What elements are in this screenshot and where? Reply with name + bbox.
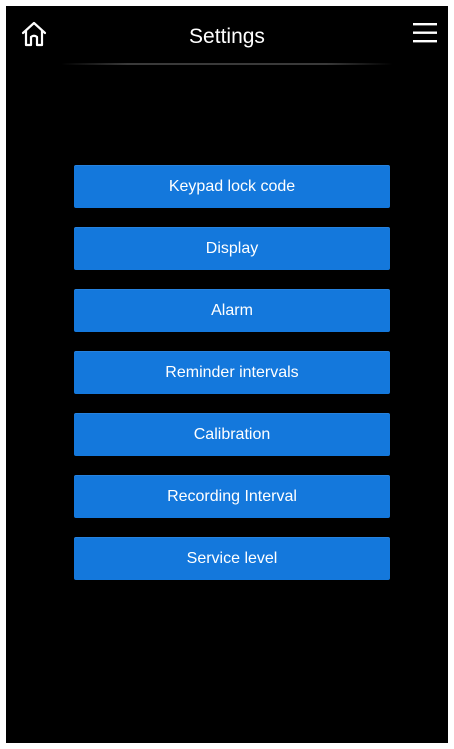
menu-button[interactable] bbox=[411, 20, 439, 46]
home-button[interactable] bbox=[19, 19, 49, 49]
header-bar: Settings bbox=[6, 6, 448, 65]
menu-item-label: Calibration bbox=[193, 426, 271, 443]
header-divider bbox=[61, 63, 393, 65]
recording-interval-button[interactable]: Recording Interval bbox=[74, 475, 390, 518]
menu-item-label: Alarm bbox=[211, 302, 253, 319]
menu-item-label: Recording Interval bbox=[167, 488, 297, 505]
alarm-button[interactable]: Alarm bbox=[74, 289, 390, 332]
menu-item-label: Reminder intervals bbox=[165, 364, 299, 381]
menu-item-label: Display bbox=[205, 240, 259, 257]
settings-screen: Settings Keypad lock code Display Alarm … bbox=[6, 6, 448, 743]
menu-item-label: Service level bbox=[186, 550, 278, 567]
keypad-lock-code-button[interactable]: Keypad lock code bbox=[74, 165, 390, 208]
calibration-button[interactable]: Calibration bbox=[74, 413, 390, 456]
menu-item-label: Keypad lock code bbox=[168, 178, 296, 195]
hamburger-menu-icon bbox=[411, 20, 439, 46]
reminder-intervals-button[interactable]: Reminder intervals bbox=[74, 351, 390, 394]
settings-menu-list: Keypad lock code Display Alarm Reminder … bbox=[74, 165, 390, 599]
display-button[interactable]: Display bbox=[74, 227, 390, 270]
page-title: Settings bbox=[189, 25, 265, 48]
service-level-button[interactable]: Service level bbox=[74, 537, 390, 580]
home-icon bbox=[19, 19, 49, 49]
